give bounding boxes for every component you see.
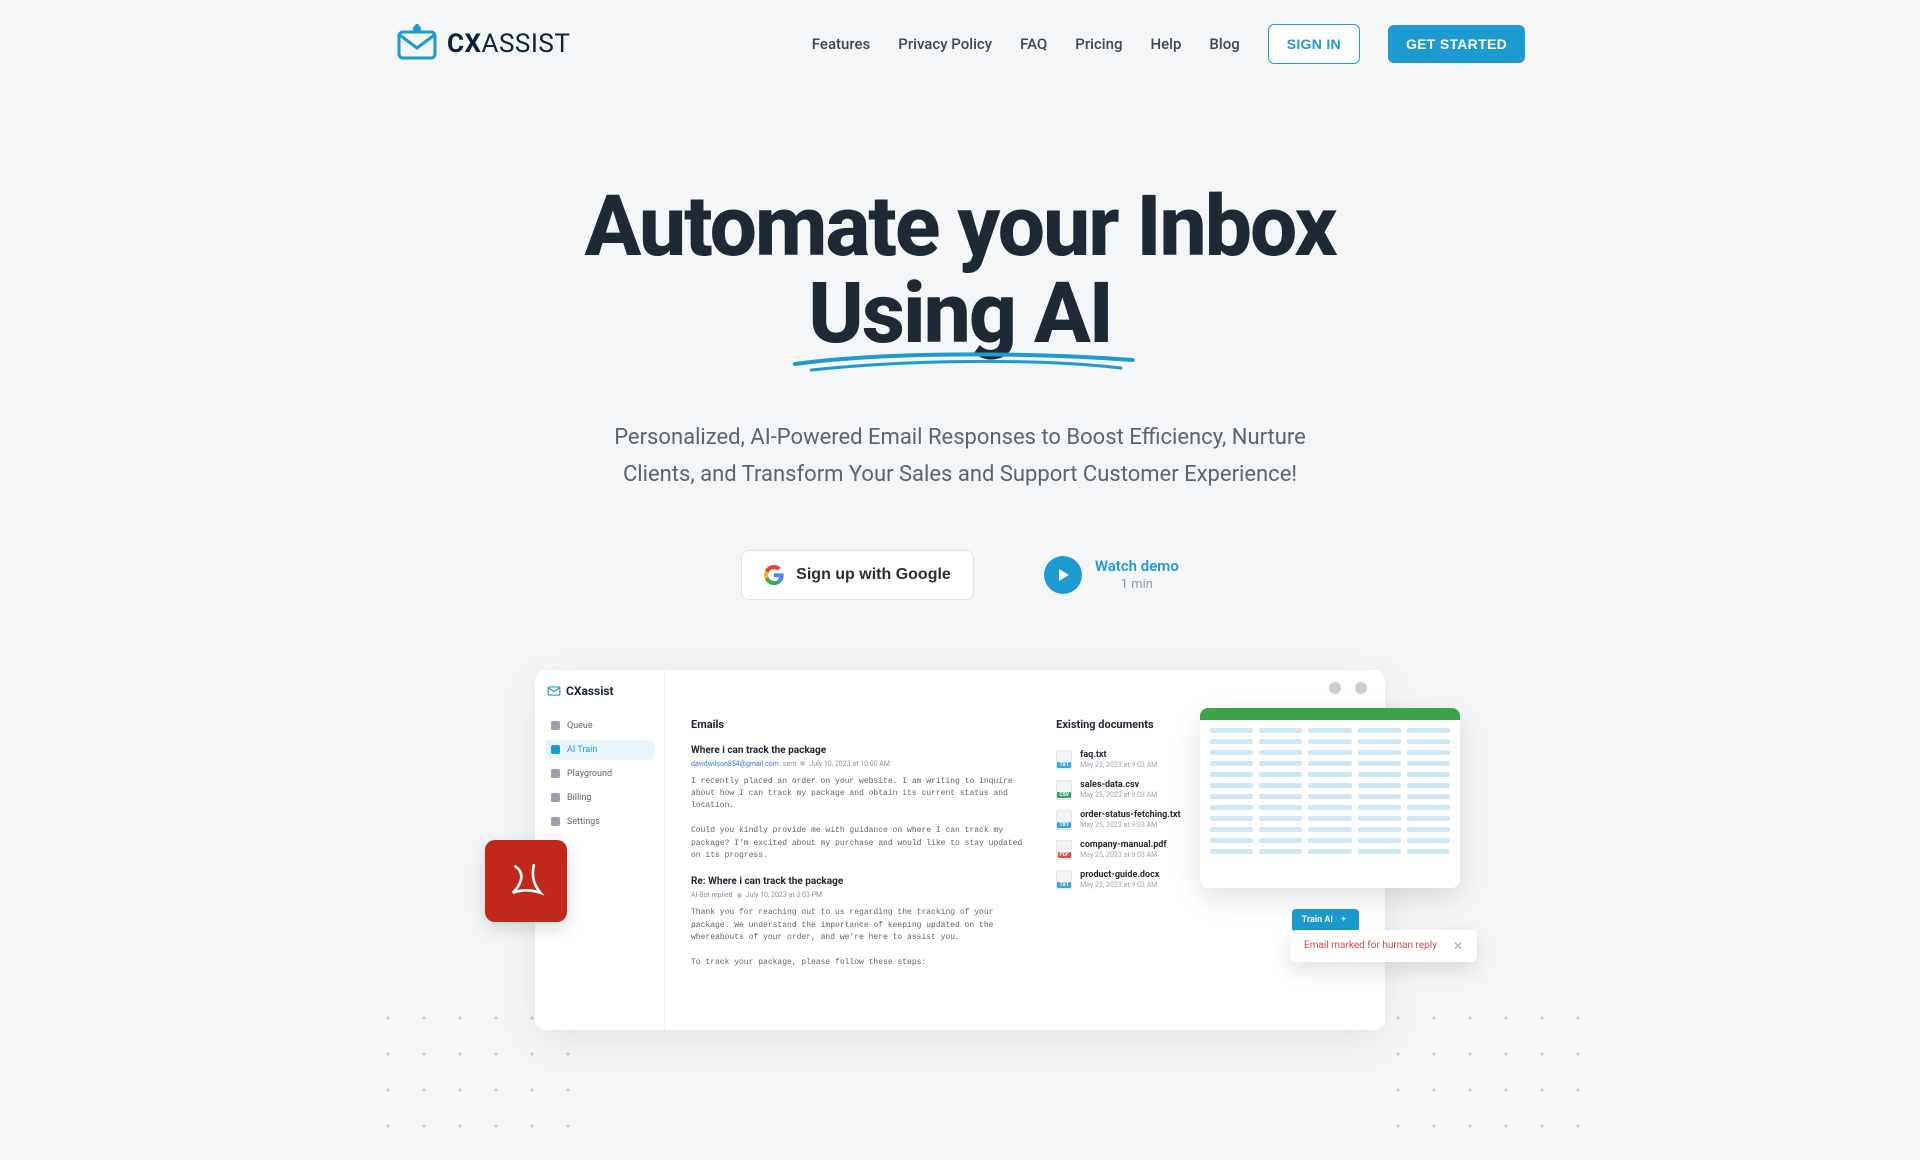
hero: Automate your Inbox Using AI Personalize… (395, 183, 1525, 600)
hero-line1: Automate your Inbox (584, 177, 1335, 276)
nav-link-blog[interactable]: Blog (1209, 35, 1239, 53)
spreadsheet-overlay-tile (1200, 708, 1460, 888)
moon-icon (1329, 682, 1341, 694)
toast-notification: Email marked for human reply ✕ (1290, 930, 1477, 962)
hero-heading: Automate your Inbox Using AI (395, 183, 1525, 358)
email-subject: Re: Where i can track the package (691, 876, 1024, 887)
underline-swoosh-icon (788, 348, 1140, 376)
file-icon: TXT (1056, 870, 1072, 890)
sidebar-item-label: AI Train (567, 745, 597, 755)
google-signup-button[interactable]: Sign up with Google (741, 550, 974, 600)
billing-icon (551, 793, 560, 802)
nav-link-pricing[interactable]: Pricing (1075, 35, 1122, 53)
email-body: Thank you for reaching out to us regardi… (691, 907, 1024, 969)
nav-link-faq[interactable]: FAQ (1020, 35, 1047, 53)
settings-icon (551, 817, 560, 826)
sidebar-item-queue[interactable]: Queue (545, 716, 654, 736)
nav-link-features[interactable]: Features (812, 35, 870, 53)
dot-icon (737, 893, 742, 898)
nav-right: Features Privacy Policy FAQ Pricing Help… (812, 24, 1525, 64)
app-brand: CXassist (545, 684, 654, 698)
dot-icon (800, 761, 805, 766)
logo-text: CXASSIST (447, 29, 570, 59)
email-date: July 10, 2023 at 10:00 AM (809, 760, 890, 768)
sidebar-item-playground[interactable]: Playground (545, 764, 654, 784)
hero-line2-wrap: Using AI (808, 270, 1112, 357)
hero-subtitle: Personalized, AI-Powered Email Responses… (600, 420, 1320, 494)
google-icon (764, 565, 784, 585)
watch-demo-text: Watch demo 1 min (1095, 557, 1179, 592)
get-started-button[interactable]: GET STARTED (1388, 25, 1525, 63)
train-ai-label: Train AI (1302, 915, 1333, 925)
spreadsheet-header (1200, 708, 1460, 720)
train-icon (551, 745, 560, 754)
sidebar-item-settings[interactable]: Settings (545, 812, 654, 832)
nav-link-help[interactable]: Help (1150, 35, 1181, 53)
watch-demo-button[interactable]: Watch demo 1 min (1044, 556, 1179, 594)
adobe-pdf-icon (505, 860, 547, 902)
queue-icon (551, 721, 560, 730)
email-meta: AI Bot replied July 10, 2023 at 3:03 PM (691, 891, 1024, 899)
file-icon: CSV (1056, 780, 1072, 800)
watch-demo-title: Watch demo (1095, 557, 1179, 575)
sparkle-icon (1338, 915, 1349, 926)
logo[interactable]: CXASSIST (395, 22, 570, 66)
toast-message: Email marked for human reply (1304, 940, 1437, 951)
sign-in-button[interactable]: SIGN IN (1268, 24, 1360, 64)
playground-icon (551, 769, 560, 778)
email-meta: davidwilson854@gmail.com sent July 10, 2… (691, 760, 1024, 768)
app-topbar (1329, 682, 1367, 694)
file-icon: TXT (1056, 750, 1072, 770)
cta-row: Sign up with Google Watch demo 1 min (395, 550, 1525, 600)
sidebar-item-label: Queue (567, 721, 593, 731)
app-preview: CXassist Queue AI Train Playground Billi… (395, 670, 1525, 1030)
watch-demo-sub: 1 min (1095, 577, 1179, 592)
nav-link-privacy[interactable]: Privacy Policy (898, 35, 992, 53)
app-brand-text: CXassist (566, 684, 614, 698)
emails-title: Emails (691, 718, 1024, 731)
email-from: davidwilson854@gmail.com (691, 760, 779, 768)
envelope-cog-icon (395, 22, 439, 66)
file-icon: TXT (1056, 810, 1072, 830)
file-icon: PDF (1056, 840, 1072, 860)
top-nav: CXASSIST Features Privacy Policy FAQ Pri… (395, 0, 1525, 88)
close-icon[interactable]: ✕ (1453, 939, 1463, 953)
email-subject: Where i can track the package (691, 745, 1024, 756)
train-ai-button[interactable]: Train AI (1292, 909, 1359, 932)
sidebar-item-label: Settings (567, 817, 600, 827)
sidebar-item-billing[interactable]: Billing (545, 788, 654, 808)
avatar-icon (1355, 682, 1367, 694)
email-sent-word: sent (783, 760, 796, 768)
sidebar-item-label: Billing (567, 793, 591, 803)
sidebar-item-ai-train[interactable]: AI Train (545, 740, 654, 760)
email-from: AI Bot replied (691, 891, 733, 899)
email-date: July 10, 2023 at 3:03 PM (746, 891, 823, 899)
envelope-icon (547, 684, 561, 698)
emails-column: Emails Where i can track the package dav… (691, 718, 1024, 1012)
spreadsheet-body (1200, 720, 1460, 868)
pdf-overlay-tile (485, 840, 567, 922)
email-body: I recently placed an order on your websi… (691, 776, 1024, 863)
google-signup-label: Sign up with Google (796, 566, 951, 584)
sidebar-item-label: Playground (567, 769, 612, 779)
play-icon (1044, 556, 1082, 594)
